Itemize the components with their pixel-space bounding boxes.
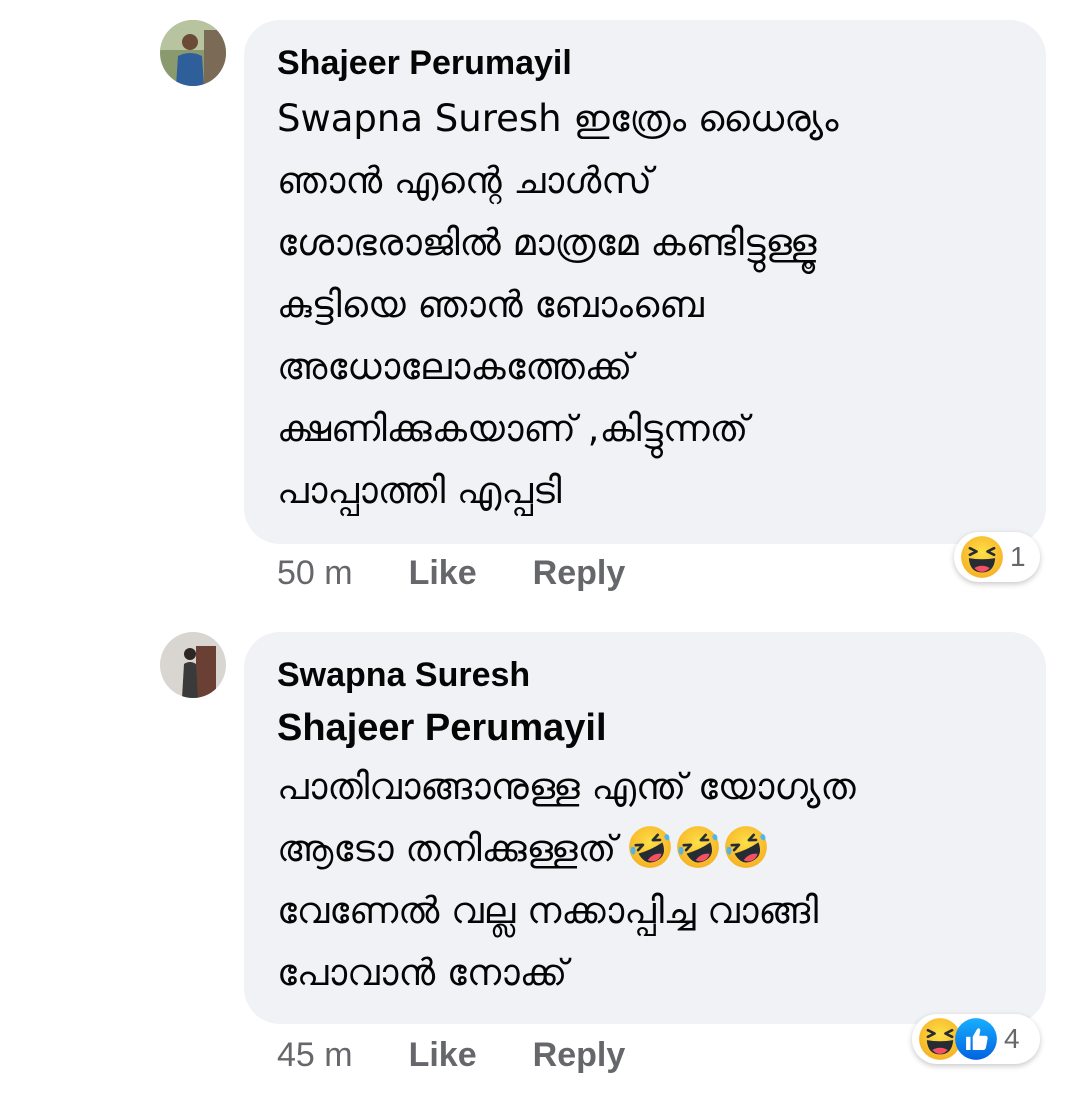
like-button[interactable]: Like [409,1036,477,1075]
comment-text-line: Swapna Suresh ഇത്രേം ധൈര്യം [277,97,839,140]
comment-author[interactable]: Swapna Suresh [277,654,1016,696]
comment-text-line: പാപ്പാത്തി എപ്പടി [277,469,562,512]
reaction-count: 1 [1010,541,1026,572]
haha-reaction-icon [960,535,1004,579]
reaction-count: 4 [1004,1023,1020,1054]
mention-tag[interactable]: Shajeer Perumayil [277,700,1016,756]
rofl-emoji-icon [676,825,720,869]
reaction-summary[interactable]: 4 [912,1014,1040,1064]
comment-timestamp[interactable]: 45 m [277,1036,353,1075]
comment-timestamp[interactable]: 50 m [277,554,353,593]
rofl-emoji-icon [628,825,672,869]
comment-text-line: ഞാൻ എന്റെ ചാൾസ് [277,159,653,202]
reply-button[interactable]: Reply [533,1036,626,1075]
like-reaction-icon [954,1017,998,1061]
profile-photo-icon [160,632,226,698]
comment-text-line: ശോഭരാജിൽ മാത്രമേ കണ്ടിട്ടുള്ളൂ [277,221,817,264]
comment-bubble: Swapna Suresh Shajeer Perumayil പാതിവാങ്… [244,632,1046,1024]
comment-text-line: ക്ഷണിക്കുകയാണ് ,കിട്ടുന്നത് [277,407,749,450]
comment-actions: 50 m Like Reply [277,554,625,593]
comment-bubble: Shajeer Perumayil Swapna Suresh ഇത്രേം ധ… [244,20,1046,544]
comment-actions: 45 m Like Reply [277,1036,625,1075]
comment-text-line: അധോലോകത്തേക്ക് [277,345,633,388]
rofl-emoji-icon [724,825,768,869]
comment-text-segment: ആടോ തനിക്കുള്ളത് [277,827,617,870]
comment-text-line: പാതിവാങ്ങാനുള്ള എന്ത് യോഗ്യത [277,765,856,808]
avatar-swapna[interactable] [160,632,226,698]
reply-button[interactable]: Reply [533,554,626,593]
comment-text-line: പോവാൻ നോക്ക് [277,951,568,994]
comment-author[interactable]: Shajeer Perumayil [277,42,1016,84]
profile-photo-icon [160,20,226,86]
like-button[interactable]: Like [409,554,477,593]
comment-text-line: ആടോ തനിക്കുള്ളത് [277,818,1016,880]
comment-text-line: വേണേൽ വല്ല നക്കാപ്പിച്ച വാങ്ങി [277,889,819,932]
avatar-shajeer[interactable] [160,20,226,86]
comment-text-line: കുട്ടിയെ ഞാൻ ബോംബെ [277,283,704,326]
reaction-summary[interactable]: 1 [954,532,1040,582]
